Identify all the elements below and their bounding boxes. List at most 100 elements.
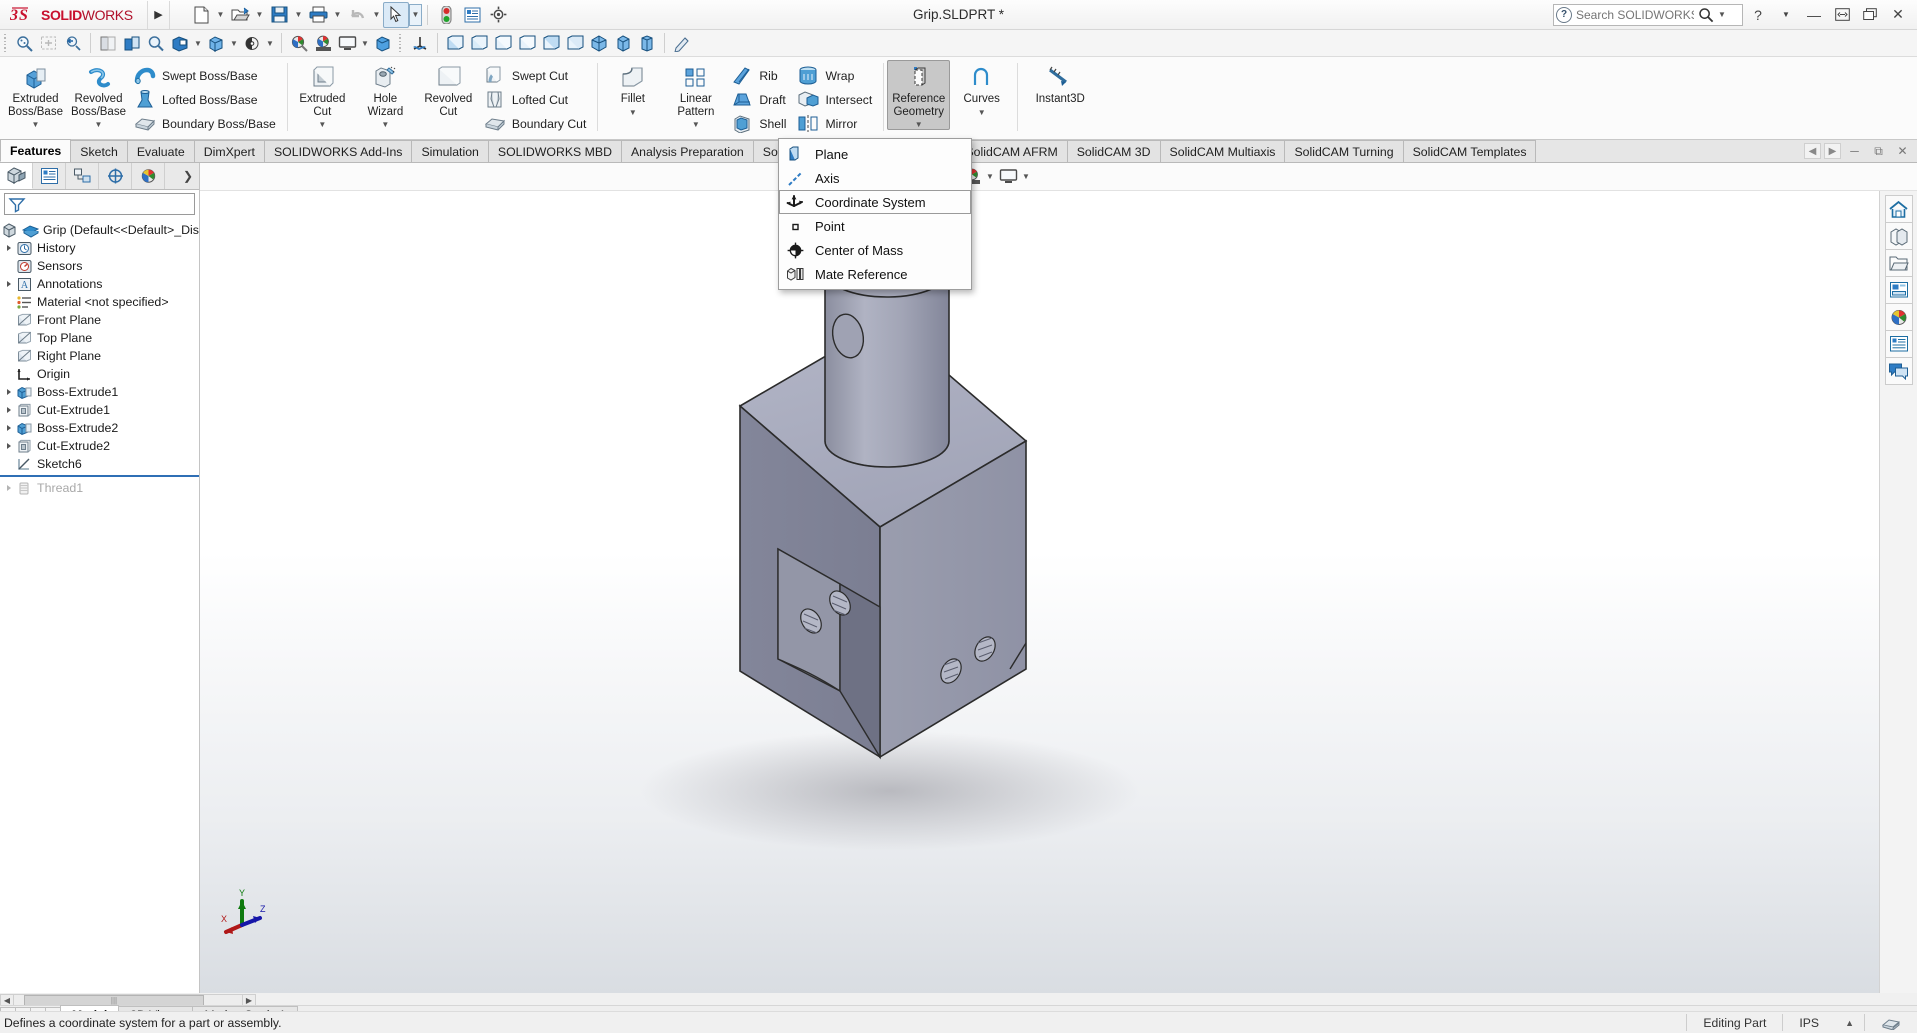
apply-scene-caret[interactable]: ▼ <box>984 165 996 188</box>
view-settings-caret[interactable]: ▼ <box>264 32 276 55</box>
save-document-caret[interactable]: ▼ <box>292 2 305 28</box>
normal-to-icon[interactable] <box>670 32 694 55</box>
rollback-bar[interactable] <box>0 475 199 477</box>
menu-item-coordinate-system[interactable]: Coordinate System <box>779 190 971 214</box>
section-view-icon[interactable] <box>96 32 120 55</box>
expand-arrow[interactable] <box>2 389 16 395</box>
tree-item-cut-extrude1[interactable]: Cut-Extrude1 <box>0 401 199 419</box>
shadows-icon[interactable] <box>371 32 395 55</box>
mirror-button[interactable]: Mirror <box>793 112 879 135</box>
tree-item-origin[interactable]: Origin <box>0 365 199 383</box>
custom-properties-button[interactable] <box>1885 330 1913 358</box>
front-view-icon[interactable] <box>443 32 467 55</box>
appearances-button[interactable] <box>1885 303 1913 331</box>
expand-arrow[interactable] <box>2 281 16 287</box>
shell-button[interactable]: Shell <box>727 112 793 135</box>
scroll-tabs-left-button[interactable]: ◀ <box>1804 143 1821 159</box>
linear-pattern-button[interactable]: LinearPattern ▼ <box>664 60 727 130</box>
search-caret[interactable]: ▼ <box>1718 10 1726 19</box>
display-style-icon[interactable] <box>168 32 192 55</box>
fillet-caret[interactable]: ▼ <box>629 108 637 117</box>
linear-pattern-caret[interactable]: ▼ <box>692 120 700 129</box>
status-units[interactable]: IPS <box>1782 1014 1835 1031</box>
rebuild-button[interactable] <box>433 2 459 28</box>
revolved-boss-caret[interactable]: ▼ <box>95 120 103 129</box>
view-monitor-caret[interactable]: ▼ <box>359 32 371 55</box>
configuration-manager-tab[interactable] <box>66 163 99 189</box>
lofted-cut-button[interactable]: Lofted Cut <box>480 88 594 111</box>
extruded-boss-caret[interactable]: ▼ <box>32 120 40 129</box>
view-monitor-caret[interactable]: ▼ <box>1020 165 1032 188</box>
reference-geometry-button[interactable]: ReferenceGeometry ▼ <box>887 60 950 130</box>
menu-expand-arrow[interactable]: ▶ <box>148 1 170 29</box>
close-button[interactable]: ✕ <box>1885 2 1911 28</box>
fillet-button[interactable]: Fillet ▼ <box>601 60 664 118</box>
apply-scene-icon[interactable] <box>311 32 335 55</box>
boundary-cut-button[interactable]: Boundary Cut <box>480 112 594 135</box>
tree-item-boss-extrude1[interactable]: Boss-Extrude1 <box>0 383 199 401</box>
print-document-button[interactable] <box>305 2 331 28</box>
revolved-cut-button[interactable]: RevolvedCut <box>417 60 480 119</box>
view-monitor-icon[interactable] <box>996 165 1020 188</box>
solidworks-forum-button[interactable] <box>1885 357 1913 385</box>
expand-arrow[interactable] <box>2 407 16 413</box>
edit-appearance-icon[interactable] <box>287 32 311 55</box>
search-input[interactable] <box>1576 8 1694 22</box>
revolved-boss-base-button[interactable]: RevolvedBoss/Base ▼ <box>67 60 130 130</box>
menu-item-plane[interactable]: Plane <box>779 142 971 166</box>
select-tool-button[interactable] <box>383 2 409 28</box>
feature-manager-tab[interactable] <box>0 163 33 189</box>
hide-show-items-icon[interactable] <box>204 32 228 55</box>
grip-part-3d-model[interactable] <box>200 191 1879 993</box>
tab-features[interactable]: Features <box>0 139 71 162</box>
property-manager-tab[interactable] <box>33 163 66 189</box>
graphics-viewport[interactable]: X Y Z <box>200 191 1879 993</box>
rib-button[interactable]: Rib <box>727 64 793 87</box>
restore-button[interactable] <box>1829 2 1855 28</box>
hide-show-caret[interactable]: ▼ <box>228 32 240 55</box>
back-view-icon[interactable] <box>467 32 491 55</box>
bottom-view-icon[interactable] <box>563 32 587 55</box>
tab-solidcam-templates[interactable]: SolidCAM Templates <box>1403 140 1537 162</box>
tree-item-thread1[interactable]: Thread1 <box>0 479 199 497</box>
tree-item-front-plane[interactable]: Front Plane <box>0 311 199 329</box>
swept-cut-button[interactable]: Swept Cut <box>480 64 594 87</box>
menu-item-point[interactable]: Point <box>779 214 971 238</box>
tab-solidworks-add-ins[interactable]: SOLIDWORKS Add-Ins <box>264 140 412 162</box>
display-style-caret[interactable]: ▼ <box>192 32 204 55</box>
feature-tree-filter[interactable] <box>4 193 195 215</box>
file-properties-button[interactable] <box>459 2 485 28</box>
extruded-cut-button[interactable]: ExtrudedCut ▼ <box>291 60 354 130</box>
save-document-button[interactable] <box>266 2 292 28</box>
expand-arrow[interactable] <box>2 443 16 449</box>
tab-dimxpert[interactable]: DimXpert <box>194 140 265 162</box>
extruded-boss-base-button[interactable]: ExtrudedBoss/Base ▼ <box>4 60 67 130</box>
minimize-button[interactable]: — <box>1801 2 1827 28</box>
search-icon[interactable] <box>1698 7 1714 23</box>
trimetric-view-icon[interactable] <box>611 32 635 55</box>
orientation-triad-icon[interactable] <box>408 32 432 55</box>
tree-item-history[interactable]: History <box>0 239 199 257</box>
status-overlay-icon[interactable] <box>1864 1014 1917 1031</box>
view-palette-button[interactable] <box>1885 222 1913 250</box>
tab-solidcam-3d[interactable]: SolidCAM 3D <box>1067 140 1161 162</box>
new-document-button[interactable] <box>188 2 214 28</box>
hole-wizard-caret[interactable]: ▼ <box>381 120 389 129</box>
document-close-button[interactable]: ✕ <box>1892 142 1913 160</box>
document-minimize-button[interactable]: ─ <box>1844 142 1865 160</box>
previous-view-icon[interactable] <box>61 32 85 55</box>
file-explorer-button[interactable] <box>1885 276 1913 304</box>
new-document-caret[interactable]: ▼ <box>214 2 227 28</box>
view-settings-icon[interactable] <box>240 32 264 55</box>
draft-button[interactable]: Draft <box>727 88 793 111</box>
view-monitor-icon[interactable] <box>335 32 359 55</box>
tree-item-sketch6[interactable]: Sketch6 <box>0 455 199 473</box>
tree-item-cut-extrude2[interactable]: Cut-Extrude2 <box>0 437 199 455</box>
scroll-thumb[interactable]: ||| <box>24 995 204 1006</box>
tree-item-boss-extrude2[interactable]: Boss-Extrude2 <box>0 419 199 437</box>
toolbar-grip[interactable] <box>398 33 405 53</box>
curves-caret[interactable]: ▼ <box>978 108 986 117</box>
tree-item-sensors[interactable]: Sensors <box>0 257 199 275</box>
tab-simulation[interactable]: Simulation <box>411 140 488 162</box>
help-button[interactable]: ? <box>1745 2 1771 28</box>
